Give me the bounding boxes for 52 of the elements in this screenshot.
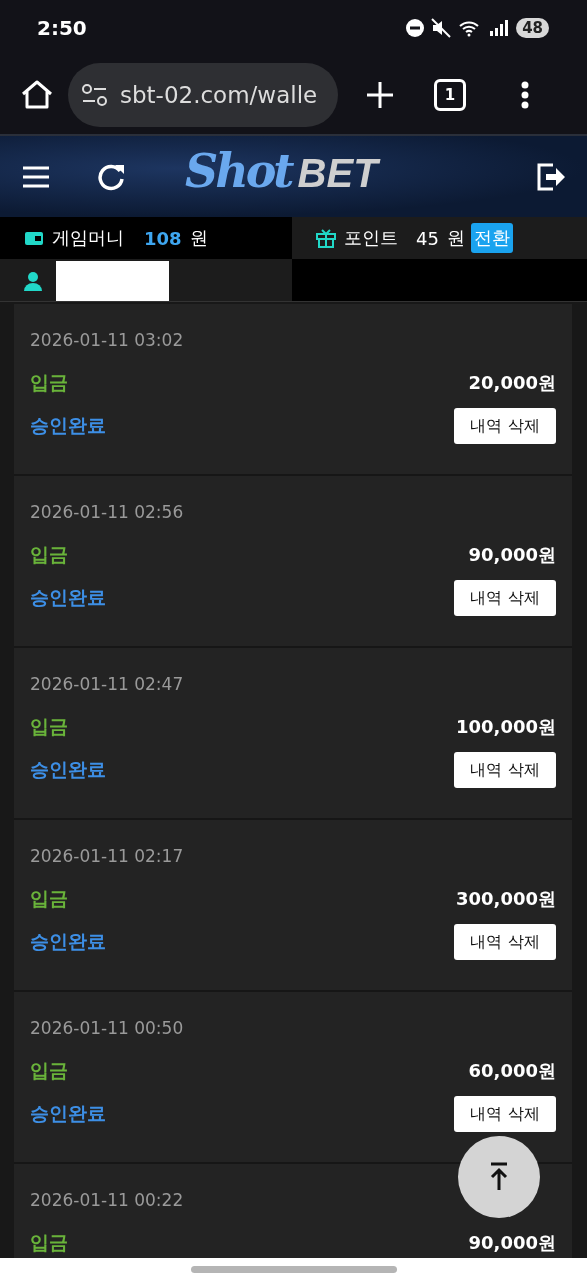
tab-count[interactable]: 1: [434, 79, 466, 111]
points-unit: 원: [446, 226, 465, 250]
refresh-icon[interactable]: [98, 162, 126, 191]
transaction-type: 입금: [30, 1058, 68, 1083]
address-bar[interactable]: sbt-02.com/walle: [68, 63, 338, 127]
approval-status: 승인완료: [30, 929, 106, 954]
transaction-amount: 100,000원: [456, 715, 556, 739]
approval-status: 승인완료: [30, 1101, 106, 1126]
transaction-date: 2026-01-11 00:50: [30, 1018, 185, 1038]
delete-history-button[interactable]: 내역 삭제: [454, 580, 556, 616]
approval-status: 승인완료: [30, 757, 106, 782]
money-value: 108: [144, 227, 182, 249]
transaction-amount: 90,000원: [468, 543, 556, 567]
delete-history-button[interactable]: 내역 삭제: [454, 1096, 556, 1132]
transaction-amount: 20,000원: [468, 371, 556, 395]
points-value: 45: [416, 227, 439, 249]
transaction-type: 입금: [30, 1230, 68, 1255]
menu-icon[interactable]: [22, 165, 50, 188]
transaction-type: 입금: [30, 886, 68, 911]
mute-icon: [431, 18, 452, 38]
new-tab-icon[interactable]: [366, 81, 394, 109]
signal-icon: [489, 19, 510, 37]
user-icon: [24, 271, 42, 291]
transaction-amount: 60,000원: [468, 1059, 556, 1083]
transaction-type: 입금: [30, 370, 68, 395]
do-not-disturb-icon: [406, 19, 425, 37]
transaction-date: 2026-01-11 00:22: [30, 1190, 185, 1210]
logout-icon[interactable]: [537, 162, 565, 191]
transaction-date: 2026-01-11 02:17: [30, 846, 185, 866]
approval-status: 승인완료: [30, 413, 106, 438]
more-menu-icon[interactable]: [521, 81, 529, 109]
transaction-date: 2026-01-11 02:56: [30, 502, 185, 522]
arrow-up-icon: [489, 1162, 509, 1192]
site-settings-icon: [82, 84, 108, 106]
transaction-date: 2026-01-11 02:47: [30, 674, 185, 694]
delete-history-button[interactable]: 내역 삭제: [454, 752, 556, 788]
approval-status: 승인완료: [30, 585, 106, 610]
transaction-type: 입금: [30, 542, 68, 567]
transaction-type: 입금: [30, 714, 68, 739]
battery-level: 48: [516, 18, 549, 38]
points-label: 포인트: [344, 226, 398, 250]
transaction-date: 2026-01-11 03:02: [30, 330, 185, 350]
transaction-amount: 90,000원: [468, 1231, 556, 1255]
money-label: 게임머니: [52, 226, 124, 250]
gift-icon: [316, 228, 336, 248]
home-icon[interactable]: [20, 79, 54, 111]
wallet-icon: [24, 229, 44, 247]
delete-history-button[interactable]: 내역 삭제: [454, 408, 556, 444]
money-unit: 원: [189, 226, 208, 250]
transaction-amount: 300,000원: [456, 887, 556, 911]
clock-time: 2:50: [37, 16, 87, 40]
delete-history-button[interactable]: 내역 삭제: [454, 924, 556, 960]
